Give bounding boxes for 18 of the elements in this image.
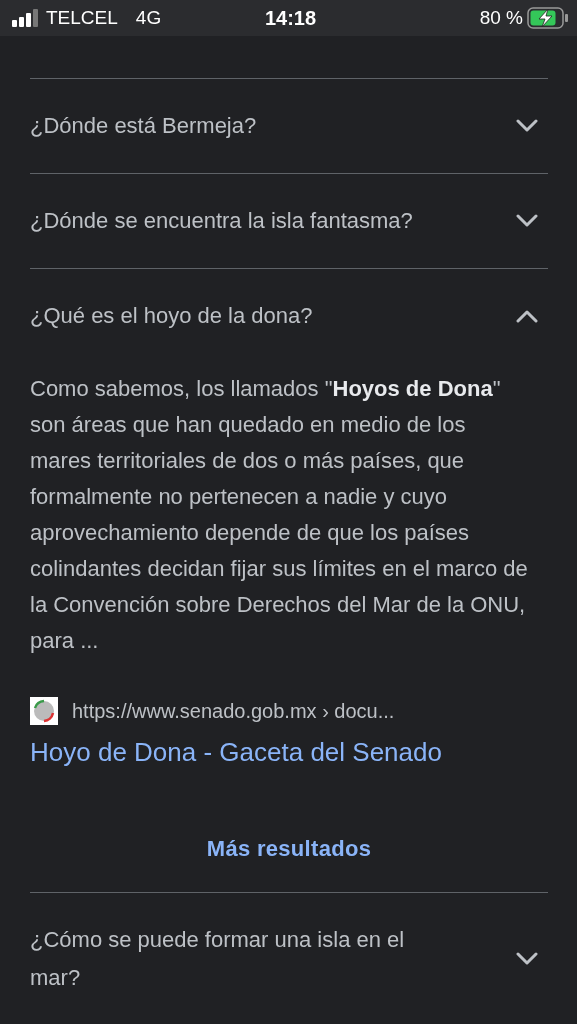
- network-type: 4G: [135, 7, 162, 29]
- carrier-name: TELCEL: [46, 7, 118, 29]
- chevron-icon[interactable]: [516, 119, 538, 133]
- chevron-icon[interactable]: [516, 309, 538, 323]
- question-text[interactable]: ¿Cómo se puede formar una isla en el mar?: [30, 921, 450, 997]
- clock-time: 14:18: [264, 6, 317, 30]
- result-link[interactable]: Hoyo de Dona - Gaceta del Senado: [30, 737, 442, 768]
- question-text[interactable]: ¿Qué es el hoyo de la dona?: [30, 297, 313, 335]
- source-url: https://www.senado.gob.mx › docu...: [72, 699, 395, 723]
- seal-icon: [30, 697, 58, 725]
- more-results-link[interactable]: Más resultados: [206, 836, 372, 862]
- chevron-icon[interactable]: [516, 952, 538, 966]
- question-text[interactable]: ¿Dónde está Bermeja?: [30, 107, 257, 145]
- battery-percent: 80 %: [479, 7, 523, 29]
- signal-icon: [12, 9, 40, 27]
- question-text[interactable]: ¿Dónde se encuentra la isla fantasma?: [30, 202, 413, 240]
- chevron-icon[interactable]: [516, 214, 538, 228]
- answer-text: Como sabemos, los llamados "Hoyos de Dona" son áreas que han quedado en medio de los mares territoriales de dos o más países, que formalmente no pertenecen a nadie y cuyo aprovechamiento depende de que los países colindantes decidan fijar sus límites en el marco de la Convención sobre Derechos del Mar de la ONU, para ...: [30, 375, 529, 655]
